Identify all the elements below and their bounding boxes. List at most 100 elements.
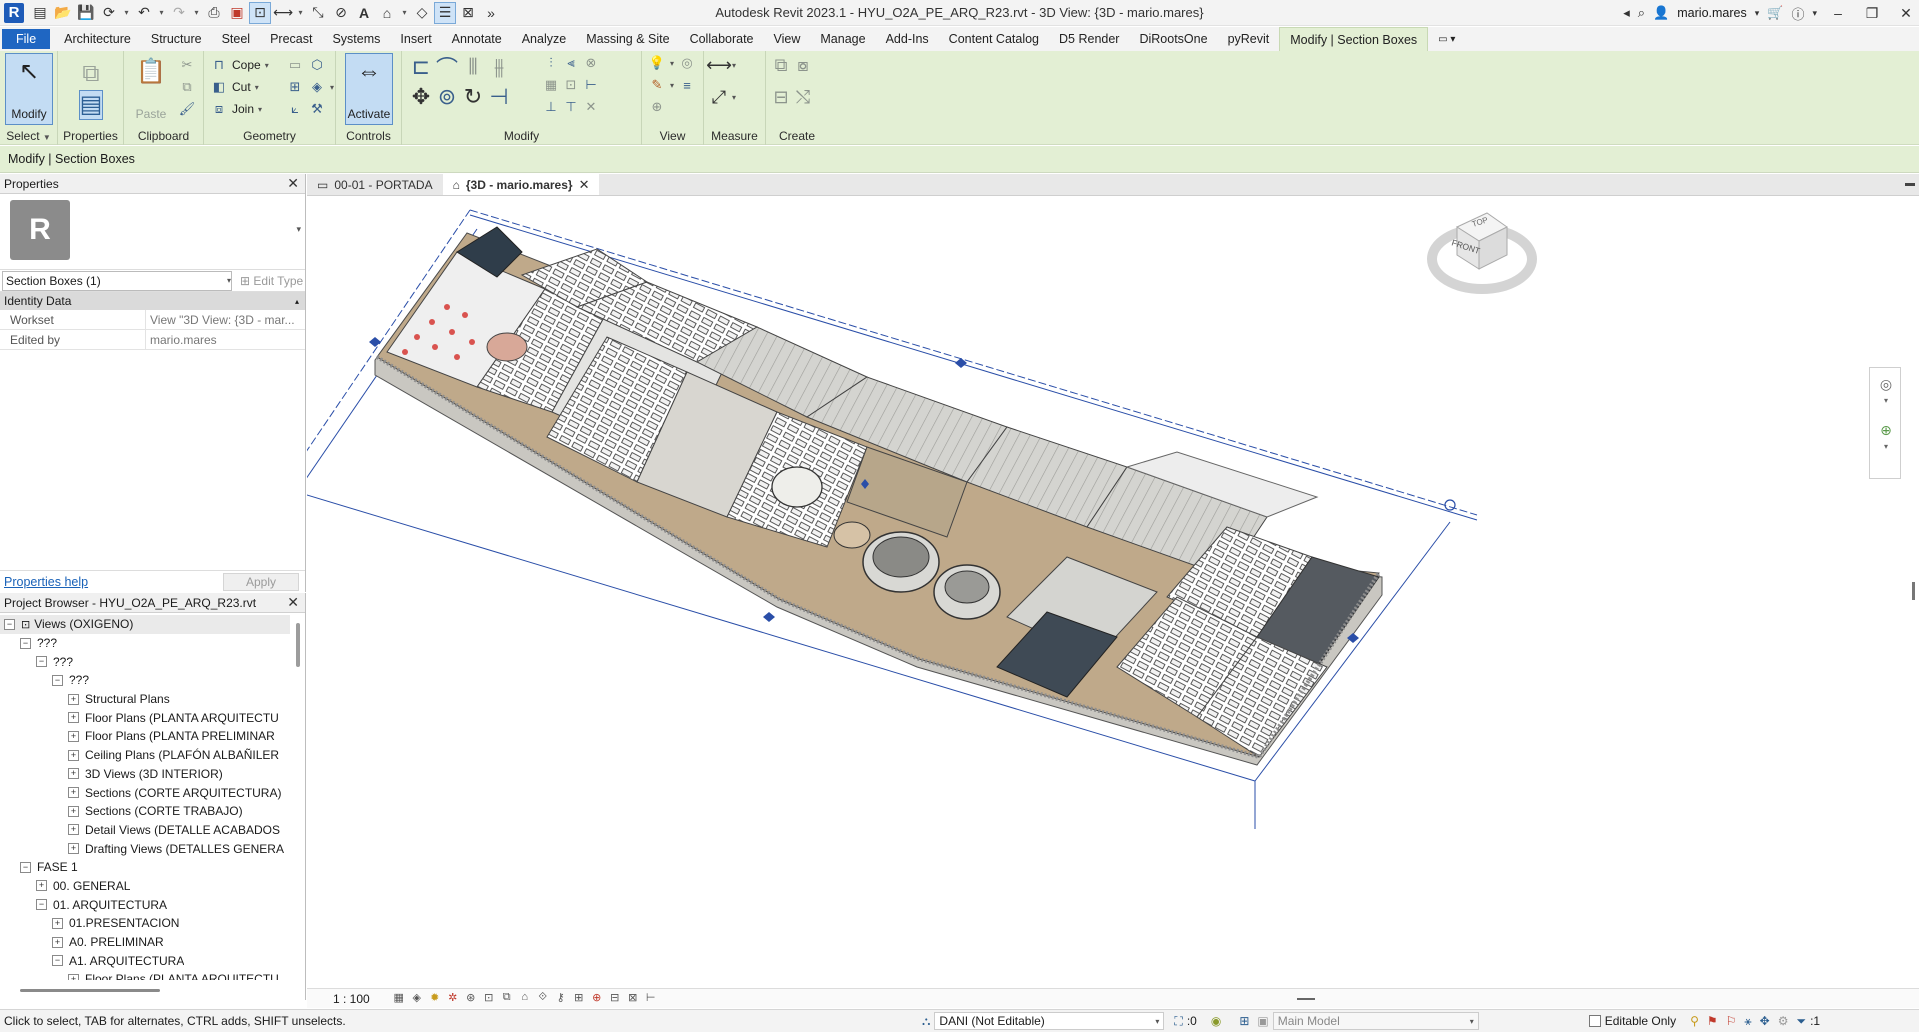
more-icon[interactable]: » (481, 3, 501, 23)
dimension-icon[interactable]: ⤡ (308, 3, 328, 23)
mirror-axis-icon[interactable]: ⫴ (464, 54, 482, 79)
rotate-icon[interactable]: ↻ (464, 84, 482, 109)
type-properties-button[interactable]: ⧉ ▤ (68, 54, 114, 124)
browser-node[interactable]: + Sections (CORTE TRABAJO) (0, 802, 290, 821)
type-dropdown-icon[interactable]: ▾ (296, 224, 301, 235)
split-face-icon[interactable]: ⬡ (308, 56, 326, 74)
unpin-icon[interactable]: ⊗ (582, 54, 600, 72)
browser-node[interactable]: + A0. PRELIMINAR (0, 933, 290, 952)
copy-icon[interactable]: ⧉ (178, 78, 196, 96)
delete-icon[interactable]: ✕ (582, 98, 600, 116)
open-icon[interactable]: 📂 (53, 3, 73, 23)
browser-node[interactable]: + Drafting Views (DETALLES GENERA (0, 839, 290, 858)
highlight-displacement-icon[interactable]: ⊠ (624, 991, 642, 1007)
browser-node[interactable]: + Sections (CORTE ARQUITECTURA) (0, 783, 290, 802)
tab-annotate[interactable]: Annotate (442, 27, 512, 51)
detail-level-icon[interactable]: ▦ (390, 991, 408, 1007)
browser-node[interactable]: −??? (0, 652, 290, 671)
tab-view[interactable]: View (764, 27, 811, 51)
expand-icon[interactable]: + (68, 805, 79, 817)
override-graphics-icon[interactable]: ✎ (648, 76, 666, 94)
linework-icon[interactable]: ≡ (678, 76, 696, 94)
browser-node[interactable]: + Structural Plans (0, 690, 290, 709)
cope-button[interactable]: ⊓ Cope ▾ (210, 55, 269, 75)
create-group-icon[interactable]: ⊟ (772, 87, 790, 107)
tag-icon[interactable]: ⊡ (249, 1, 271, 24)
tab-massing-site[interactable]: Massing & Site (576, 27, 679, 51)
expand-icon[interactable]: + (68, 824, 79, 836)
viewcube[interactable]: TOP FRONT (1427, 212, 1537, 294)
browser-node[interactable]: + Ceiling Plans (PLAFÓN ALBAÑILER (0, 746, 290, 765)
property-row[interactable]: Edited by mario.mares (0, 330, 305, 350)
instance-filter-dropdown[interactable]: Section Boxes (1) ▾ (2, 270, 232, 291)
tab-insert[interactable]: Insert (390, 27, 441, 51)
sync-dropdown-icon[interactable]: ▾ (122, 3, 131, 23)
scale-icon[interactable]: ⊡ (562, 76, 580, 94)
redo-dropdown-icon[interactable]: ▾ (192, 3, 201, 23)
browser-node[interactable]: +01.PRESENTACION (0, 914, 290, 933)
aligned-dimension-icon[interactable]: ⤢ (710, 87, 728, 107)
drawing-area[interactable]: TOP FRONT ◎ ▾ ⊕ ▾ (307, 197, 1919, 987)
tab-pyrevit[interactable]: pyRevit (1218, 27, 1280, 51)
thin-lines-icon[interactable]: ☰ (434, 1, 456, 24)
view-scale[interactable]: 1 : 100 (307, 992, 390, 1006)
close-hidden-icon[interactable]: ⊠ (458, 3, 478, 23)
view-tab-3d[interactable]: ⌂ {3D - mario.mares} ✕ (442, 174, 600, 195)
tab-content-catalog[interactable]: Content Catalog (939, 27, 1049, 51)
trim-multiple-icon[interactable]: ⊤ (562, 98, 580, 116)
join-button[interactable]: ⧈ Join ▾ (210, 99, 262, 119)
tab-structure[interactable]: Structure (141, 27, 212, 51)
crop-view-icon[interactable]: ⊡ (480, 991, 498, 1007)
property-row[interactable]: Workset View "3D View: {3D - mar... (0, 310, 305, 330)
drag-elements-icon[interactable]: ✥ (1760, 1014, 1770, 1028)
sync-icon[interactable]: ⟳ (99, 3, 119, 23)
collapse-icon[interactable]: − (52, 674, 63, 686)
tab-modify-section-boxes[interactable]: Modify | Section Boxes (1279, 27, 1429, 51)
wireframe-icon[interactable]: ⊕ (648, 98, 666, 116)
help-dropdown-icon[interactable]: ▾ (1812, 8, 1817, 19)
tab-precast[interactable]: Precast (260, 27, 322, 51)
hide-in-view-icon[interactable]: 💡 (648, 54, 666, 72)
type-preview[interactable]: R ▾ (0, 194, 305, 270)
browser-node[interactable]: − FASE 1 (0, 858, 290, 877)
measure-icon[interactable]: ⟷ (273, 3, 293, 23)
expand-icon[interactable]: + (68, 973, 79, 980)
select-links-icon[interactable]: ⚲ (1690, 1014, 1699, 1028)
properties-title-bar[interactable]: Properties ✕ (0, 174, 305, 194)
measure-dropdown-icon[interactable]: ▾ (296, 3, 305, 23)
copy-element-icon[interactable]: ⊚ (438, 84, 456, 109)
trim-single-icon[interactable]: ⊥ (542, 98, 560, 116)
section-box-corner-grip[interactable] (1444, 499, 1456, 511)
undo-icon[interactable]: ↶ (134, 3, 154, 23)
reveal-constraints-icon[interactable]: ⊢ (642, 991, 660, 1007)
collapse-icon[interactable]: − (20, 861, 31, 873)
tab-dirootsone[interactable]: DiRootsOne (1129, 27, 1217, 51)
properties-help-link[interactable]: Properties help (4, 575, 88, 589)
help-icon[interactable]: ⓘ (1791, 4, 1804, 23)
tab-file[interactable]: File (2, 29, 51, 49)
browser-node[interactable]: +3D Views (3D INTERIOR) (0, 765, 290, 784)
tab-collaborate[interactable]: Collaborate (680, 27, 764, 51)
editing-requests-icon[interactable]: ◉ (1211, 1014, 1221, 1028)
section-icon[interactable]: ◇ (412, 3, 432, 23)
edit-profile-icon[interactable]: ⟀ (286, 100, 304, 118)
expand-icon[interactable]: + (52, 936, 63, 948)
browser-title-bar[interactable]: Project Browser - HYU_O2A_PE_ARQ_R23.rvt… (0, 593, 305, 613)
split-gap-icon[interactable]: ⫷ (562, 54, 580, 72)
browser-node[interactable]: −??? (0, 634, 290, 653)
tag-by-category-icon[interactable]: ⊘ (331, 3, 351, 23)
zoom-icon[interactable]: ⊕ (1877, 422, 1895, 440)
steering-wheel-icon[interactable]: ◎ (1877, 376, 1895, 394)
expand-icon[interactable]: + (68, 843, 79, 855)
tab-manage[interactable]: Manage (810, 27, 875, 51)
3d-view-icon[interactable]: ⌂ (377, 3, 397, 23)
browser-node[interactable]: + Floor Plans (PLANTA ARQUITECTU (0, 970, 290, 980)
visual-style-icon[interactable]: ◈ (408, 991, 426, 1007)
binoculars-icon[interactable]: ⌕ (1638, 5, 1645, 21)
browser-node[interactable]: − A1. ARQUITECTURA (0, 951, 290, 970)
worksets-icon[interactable]: ⛬ (922, 1014, 930, 1029)
browser-vertical-scrollbar[interactable] (294, 615, 302, 980)
browser-node[interactable]: −01. ARQUITECTURA (0, 895, 290, 914)
collapse-icon[interactable]: − (36, 656, 47, 668)
ribbon-display-toggle-icon[interactable]: ▭ ▾ (1428, 27, 1465, 51)
